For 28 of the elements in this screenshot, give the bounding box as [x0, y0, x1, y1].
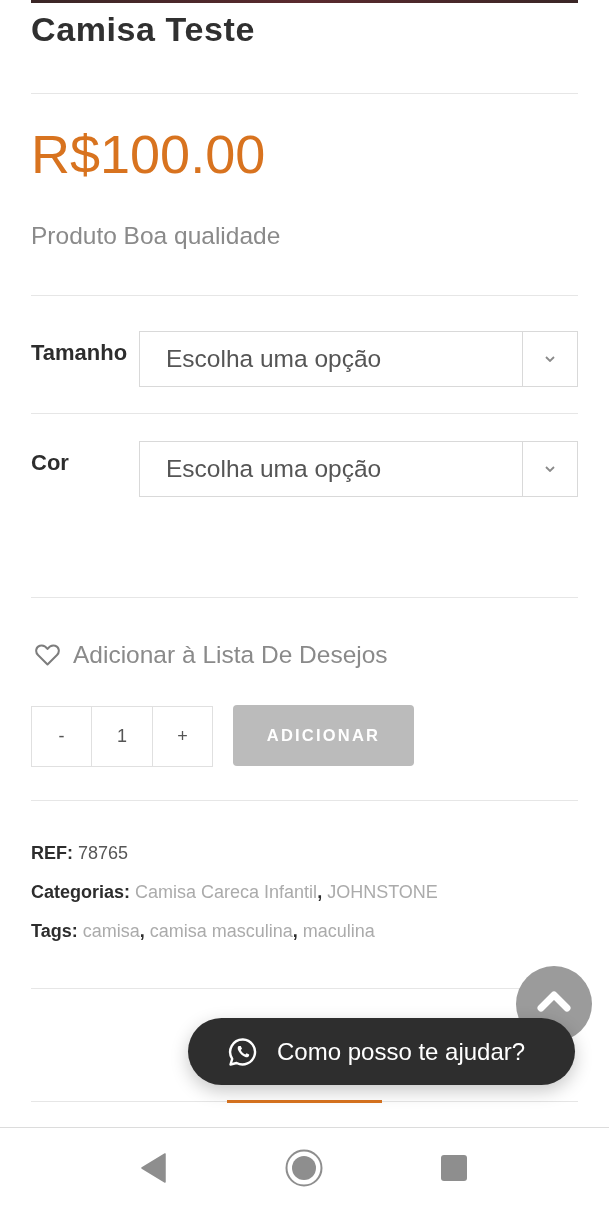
variation-select[interactable]: Escolha uma opção	[139, 331, 578, 387]
variation-label: Cor	[31, 449, 70, 477]
wishlist-link[interactable]: Adicionar à Lista De Desejos	[35, 640, 388, 670]
help-chat-toast[interactable]: Como posso te ajudar?	[188, 1018, 575, 1085]
product-price: R$100.00	[31, 124, 266, 184]
recent-apps-icon	[440, 1155, 467, 1181]
variation-label: Tamanho	[31, 339, 129, 367]
home-icon	[284, 1149, 323, 1187]
product-meta-line: Categorias: Camisa Careca Infantil, JOHNSTONE	[31, 881, 438, 904]
meta-link[interactable]: Camisa Careca Infantil	[135, 882, 318, 902]
product-meta-line: Tags: camisa, camisa masculina, maculina	[31, 920, 375, 943]
decrement-button[interactable]: -	[31, 706, 92, 767]
increment-button[interactable]: +	[152, 706, 213, 767]
product-description: Produto Boa qualidade	[31, 221, 281, 251]
phone-bubble-icon	[228, 1036, 258, 1067]
meta-link[interactable]: camisa	[82, 921, 140, 941]
product-title: Camisa Teste	[31, 9, 255, 49]
back-icon	[140, 1153, 167, 1183]
variation-select[interactable]: Escolha uma opção	[139, 441, 578, 497]
chevron-down-icon	[545, 466, 555, 472]
meta-link[interactable]: maculina	[302, 921, 375, 941]
meta-link[interactable]: camisa masculina	[149, 921, 293, 941]
meta-link[interactable]: JOHNSTONE	[327, 882, 438, 902]
quantity-field[interactable]: 1	[92, 706, 152, 767]
heart-icon	[35, 644, 60, 666]
chevron-down-icon	[545, 356, 555, 362]
chevron-up-icon	[537, 990, 571, 1012]
product-meta-line: REF: 78765	[31, 842, 129, 865]
